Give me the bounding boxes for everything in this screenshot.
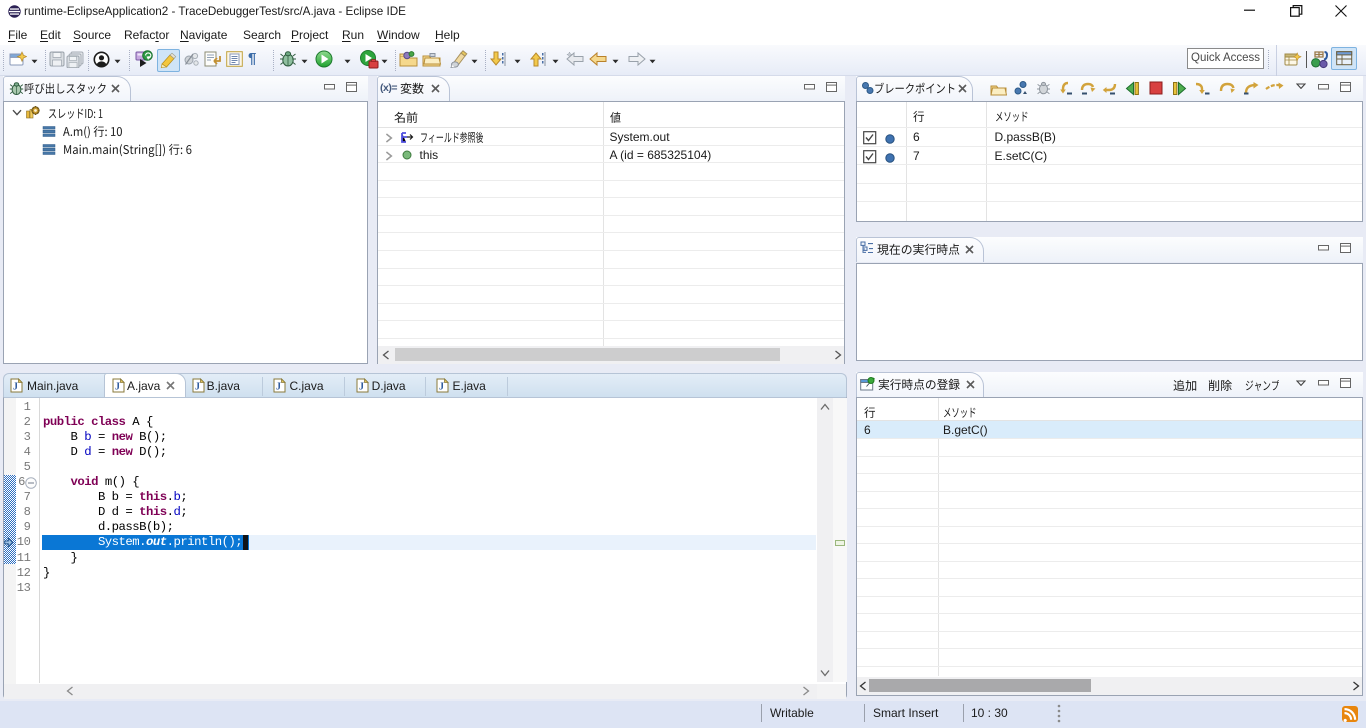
svg-text:J: J (13, 382, 18, 393)
svg-text:J: J (276, 382, 281, 393)
svg-text:J: J (115, 382, 120, 393)
svg-text:J: J (439, 382, 444, 393)
svg-text:J: J (359, 382, 364, 393)
svg-text:J: J (195, 382, 200, 393)
